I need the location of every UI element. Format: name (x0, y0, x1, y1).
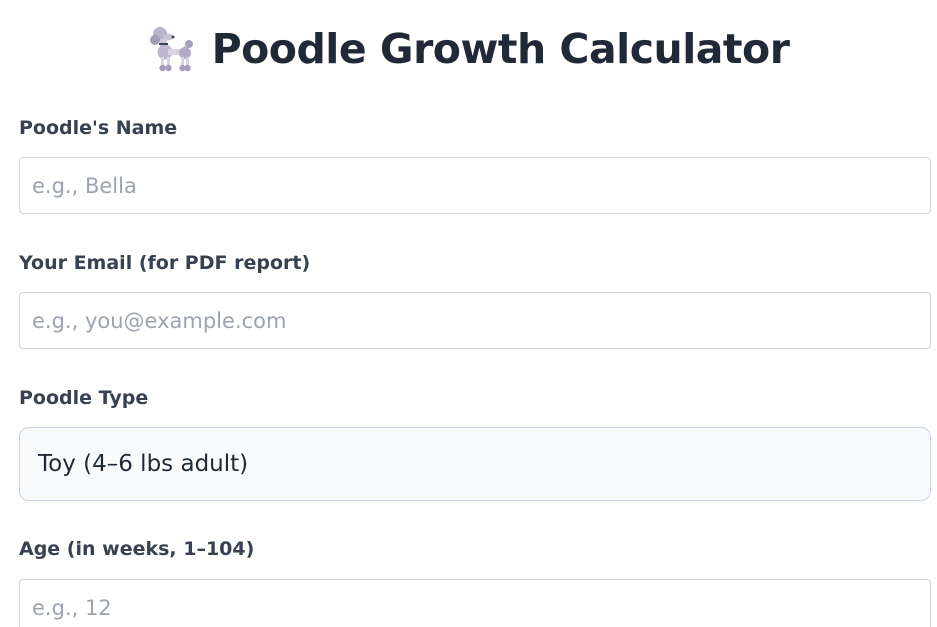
page-title: Poodle Growth Calculator (211, 25, 790, 73)
age-input[interactable] (19, 579, 931, 627)
calculator-page: Poodle Growth Calculator Poodle's Name Y… (0, 0, 937, 627)
name-input[interactable] (19, 157, 931, 214)
email-label: Your Email (for PDF report) (19, 252, 311, 274)
poodle-type-label: Poodle Type (19, 387, 149, 409)
name-label: Poodle's Name (19, 117, 178, 139)
poodle-type-select[interactable]: Toy (4–6 lbs adult) (19, 427, 931, 501)
header: Poodle Growth Calculator (0, 24, 937, 74)
poodle-icon (148, 24, 198, 74)
poodle-type-selected-value: Toy (4–6 lbs adult) (38, 451, 249, 477)
email-input[interactable] (19, 292, 931, 349)
age-label: Age (in weeks, 1–104) (19, 538, 255, 560)
